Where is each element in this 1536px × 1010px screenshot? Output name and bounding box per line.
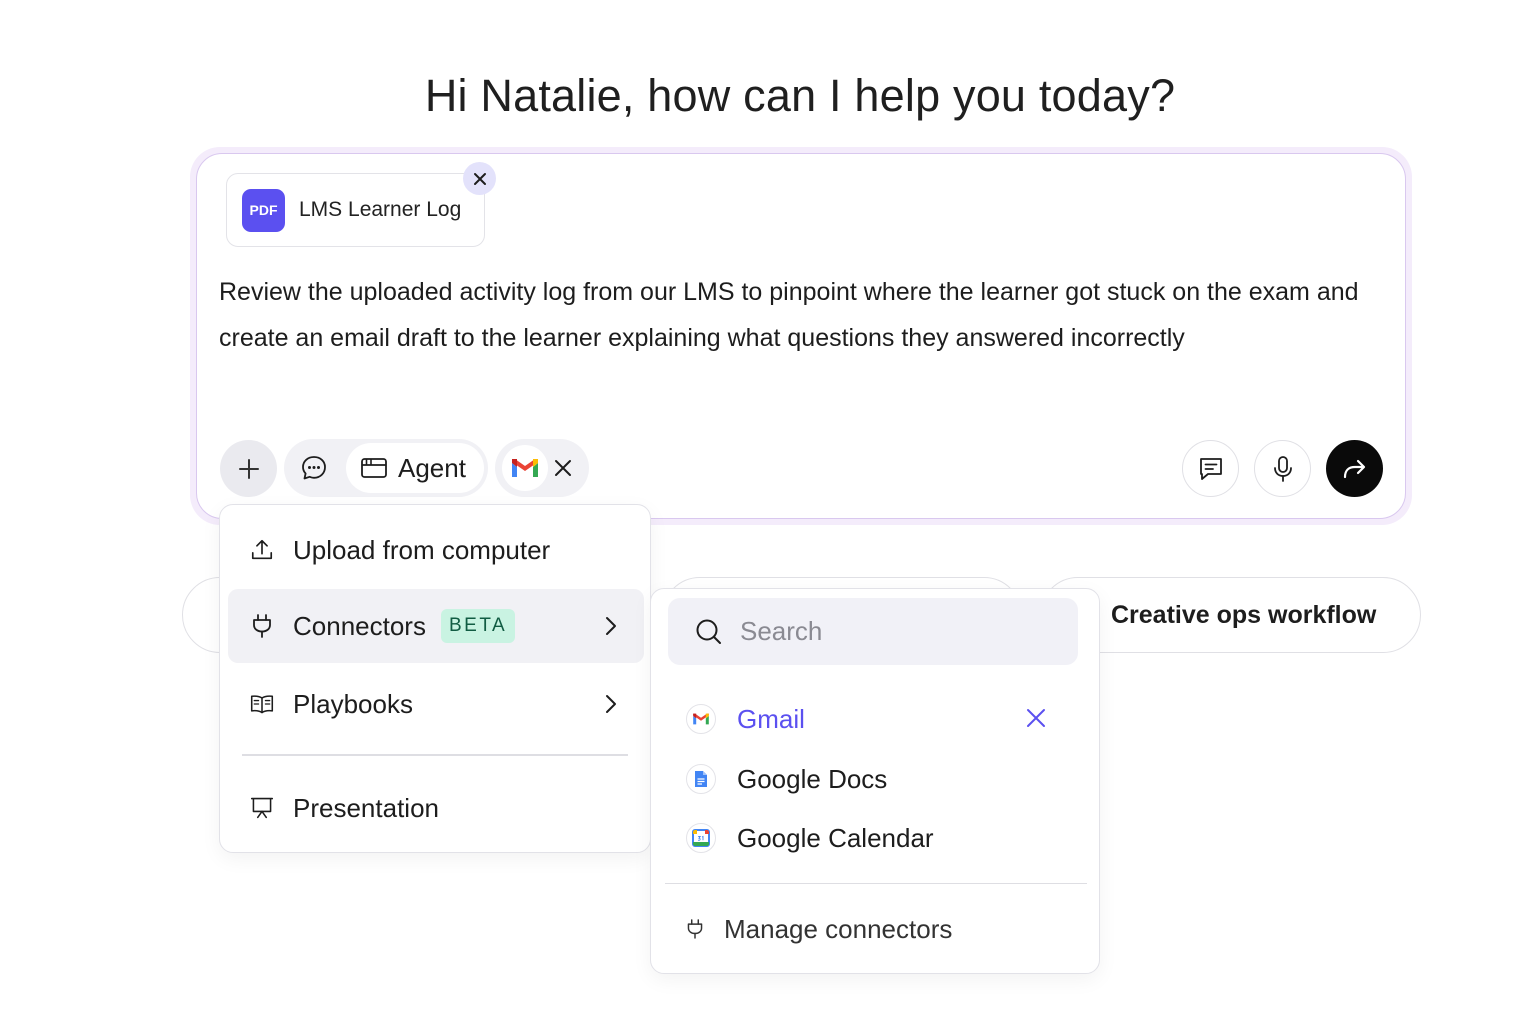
chevron-right-icon: [606, 695, 616, 713]
menu-item-label: Presentation: [293, 792, 439, 823]
attachment-card[interactable]: PDF LMS Learner Log: [226, 173, 485, 247]
chevron-right-icon: [606, 617, 616, 635]
message-square-icon: [1199, 457, 1222, 480]
upload-icon: [250, 537, 274, 563]
book-icon: [250, 692, 274, 716]
agent-mode-label: Agent: [398, 452, 466, 483]
connector-label: Google Docs: [737, 763, 888, 794]
menu-item-label: Playbooks: [293, 688, 413, 719]
connector-label: Gmail: [737, 703, 805, 734]
manage-connectors-label: Manage connectors: [724, 913, 953, 944]
agent-mode-button[interactable]: Agent: [346, 443, 484, 493]
connector-label: Google Calendar: [737, 822, 934, 853]
gmail-icon: [512, 459, 538, 477]
chat-bubble-icon: [302, 456, 326, 480]
submenu-divider: [665, 883, 1087, 884]
menu-item-upload[interactable]: Upload from computer: [228, 513, 644, 587]
add-menu: Upload from computer Connectors BETA Pla…: [219, 504, 651, 853]
remove-attachment-button[interactable]: [463, 162, 496, 195]
google-calendar-icon: [686, 823, 716, 853]
add-button[interactable]: [220, 440, 277, 497]
manage-connectors-link[interactable]: Manage connectors: [686, 907, 952, 951]
search-icon: [696, 619, 721, 644]
attachment-name: LMS Learner Log: [299, 198, 462, 221]
prompt-text[interactable]: Review the uploaded activity log from ou…: [219, 270, 1389, 361]
connector-item-google-calendar[interactable]: Google Calendar: [686, 813, 1066, 863]
plug-icon: [687, 919, 703, 939]
greeting-title: Hi Natalie, how can I help you today?: [424, 70, 1176, 121]
connector-item-google-docs[interactable]: Google Docs: [686, 754, 1066, 804]
gmail-connector-chip[interactable]: [502, 445, 548, 491]
beta-badge: BETA: [440, 609, 516, 643]
remove-gmail-button[interactable]: [552, 457, 574, 484]
microphone-icon: [1273, 455, 1292, 482]
plus-icon: [238, 458, 259, 479]
menu-item-connectors[interactable]: Connectors BETA: [228, 589, 644, 663]
connector-search-input[interactable]: [740, 616, 1040, 647]
connector-item-gmail[interactable]: Gmail: [686, 694, 1066, 744]
plug-icon: [250, 613, 274, 639]
close-icon: [555, 460, 571, 476]
deselect-gmail-button[interactable]: [1025, 707, 1047, 734]
browser-window-icon: [361, 458, 387, 478]
message-options-button[interactable]: [1182, 440, 1239, 497]
menu-item-label: Upload from computer: [293, 534, 551, 565]
gmail-icon: [686, 704, 716, 734]
send-arrow-icon: [1343, 459, 1365, 478]
send-button[interactable]: [1326, 440, 1383, 497]
pdf-icon: PDF: [242, 188, 285, 232]
menu-item-presentation[interactable]: Presentation: [228, 771, 644, 845]
connector-search[interactable]: [668, 598, 1078, 665]
voice-input-button[interactable]: [1254, 440, 1311, 497]
chat-mode-button[interactable]: [300, 454, 328, 487]
presentation-icon: [250, 795, 274, 821]
suggestion-chip-label: Creative ops workflow: [1111, 600, 1377, 629]
google-docs-icon: [686, 764, 716, 794]
menu-item-label: Connectors: [293, 610, 426, 641]
menu-item-playbooks[interactable]: Playbooks: [228, 667, 644, 741]
close-icon: [1027, 709, 1045, 727]
close-icon: [473, 172, 486, 185]
menu-divider: [242, 754, 628, 756]
